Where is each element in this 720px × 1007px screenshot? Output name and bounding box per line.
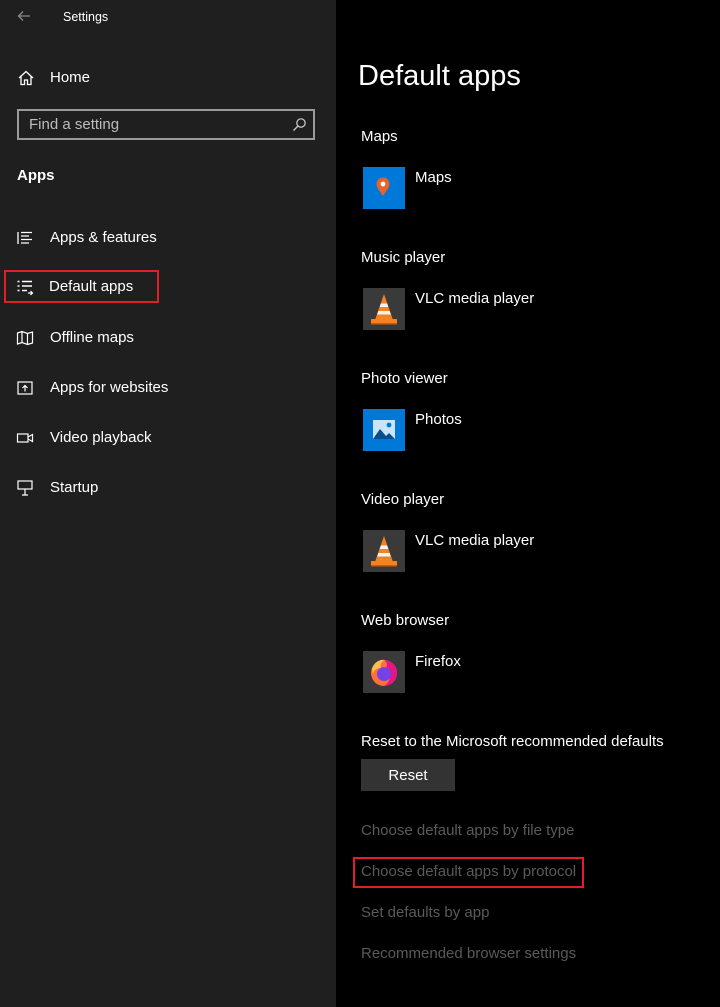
search-box[interactable] <box>17 109 315 140</box>
link-choose-by-protocol[interactable]: Choose default apps by protocol <box>361 863 576 880</box>
sidebar-item-default-apps[interactable]: Default apps <box>0 267 336 307</box>
default-app-button-web-browser[interactable] <box>363 651 405 693</box>
sidebar-item-apps-for-websites[interactable]: Apps for websites <box>0 368 336 408</box>
sidebar-item-video-playback[interactable]: Video playback <box>0 418 336 458</box>
sidebar-item-label: Apps for websites <box>50 379 169 396</box>
default-app-name[interactable]: Photos <box>415 411 462 428</box>
category-heading-video-player: Video player <box>361 491 445 508</box>
default-app-name[interactable]: VLC media player <box>415 532 534 549</box>
sidebar-item-label: Startup <box>50 479 99 496</box>
open-website-icon <box>17 381 33 395</box>
sidebar: Settings Home Apps Apps & features Defau… <box>0 0 336 1007</box>
sidebar-item-label: Home <box>50 69 91 86</box>
sidebar-item-offline-maps[interactable]: Offline maps <box>0 318 336 358</box>
sidebar-item-label: Offline maps <box>50 329 134 346</box>
list-icon <box>17 231 32 244</box>
search-icon[interactable] <box>292 117 307 132</box>
default-app-button-photo-viewer[interactable] <box>363 409 405 451</box>
photos-app-icon <box>363 409 405 451</box>
sidebar-item-label: Apps & features <box>50 229 157 246</box>
maps-app-icon <box>363 167 405 209</box>
map-icon <box>16 330 34 346</box>
category-heading-music-player: Music player <box>361 249 446 266</box>
vlc-icon <box>363 288 405 330</box>
firefox-icon <box>363 651 405 693</box>
default-app-button-video-player[interactable] <box>363 530 405 572</box>
sidebar-item-home[interactable]: Home <box>0 60 336 96</box>
search-input[interactable] <box>19 111 289 138</box>
title-bar: Settings <box>0 0 336 34</box>
default-app-name[interactable]: Maps <box>415 169 452 186</box>
link-choose-by-file-type[interactable]: Choose default apps by file type <box>361 822 574 839</box>
link-recommended-browser-settings[interactable]: Recommended browser settings <box>361 945 576 962</box>
sidebar-item-label: Default apps <box>49 278 134 295</box>
video-camera-icon <box>16 433 34 443</box>
category-heading-photo-viewer: Photo viewer <box>361 370 448 387</box>
page-title: Default apps <box>358 60 521 92</box>
link-set-defaults-by-app[interactable]: Set defaults by app <box>361 904 489 921</box>
default-app-button-maps[interactable] <box>363 167 405 209</box>
default-apps-icon <box>17 280 34 296</box>
reset-button[interactable]: Reset <box>361 759 455 791</box>
back-arrow-icon <box>17 11 30 21</box>
main-content: Default apps Maps Maps Music player VLC … <box>336 0 720 1007</box>
default-app-name[interactable]: Firefox <box>415 653 461 670</box>
sidebar-item-startup[interactable]: Startup <box>0 468 336 508</box>
reset-heading: Reset to the Microsoft recommended defau… <box>361 733 664 750</box>
section-heading-apps: Apps <box>17 167 55 184</box>
window-title: Settings <box>63 10 109 24</box>
default-app-name[interactable]: VLC media player <box>415 290 534 307</box>
vlc-icon <box>363 530 405 572</box>
sidebar-item-apps-features[interactable]: Apps & features <box>0 218 336 258</box>
startup-icon <box>17 480 33 496</box>
back-button[interactable] <box>12 4 38 28</box>
category-heading-web-browser: Web browser <box>361 612 450 629</box>
default-app-button-music-player[interactable] <box>363 288 405 330</box>
category-heading-maps: Maps <box>361 128 398 145</box>
home-icon <box>18 70 34 86</box>
sidebar-item-label: Video playback <box>50 429 152 446</box>
